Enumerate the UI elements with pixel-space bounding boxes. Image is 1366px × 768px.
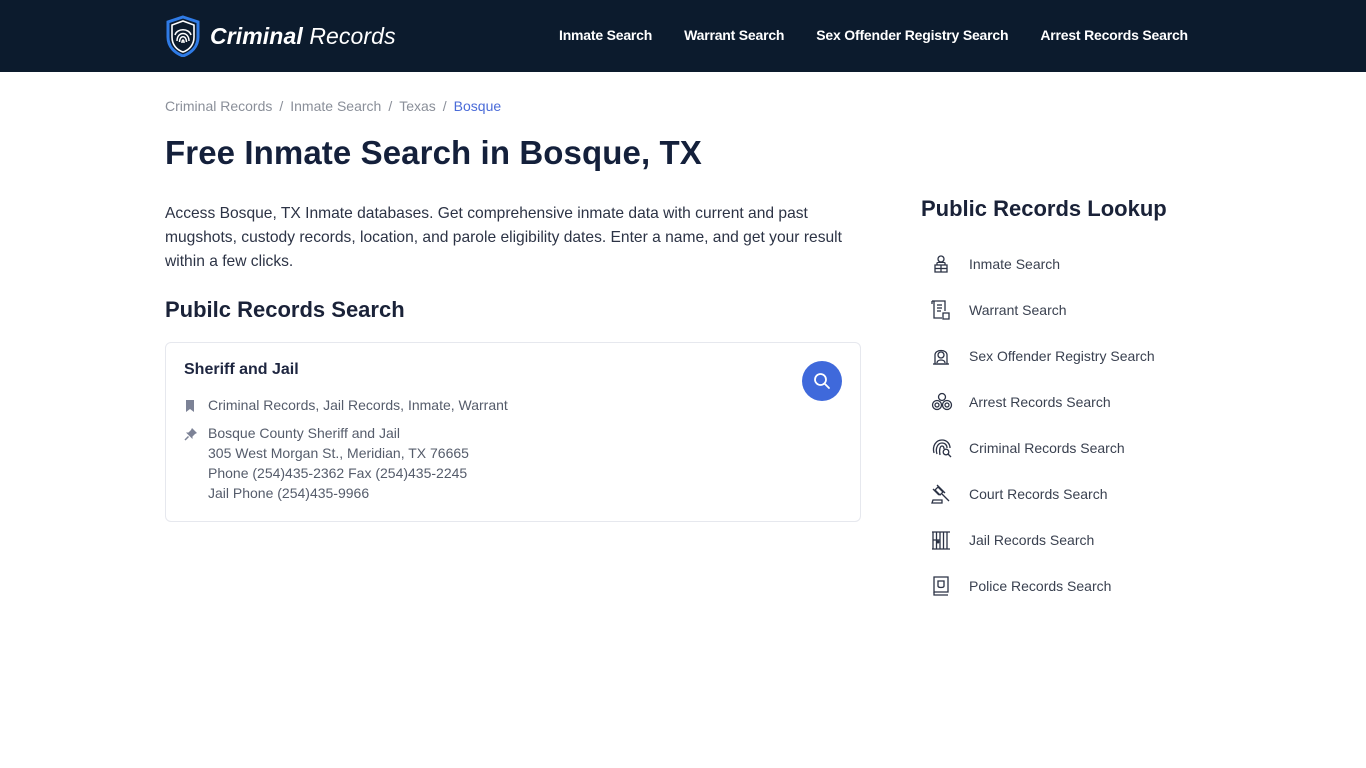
sidebar-item-label: Court Records Search	[969, 486, 1108, 502]
jail-bars-icon	[932, 531, 950, 550]
warrant-document-icon	[931, 300, 950, 320]
sidebar-item-sex-offender-registry-search[interactable]: Sex Offender Registry Search	[921, 331, 1201, 381]
sidebar-item-court-records-search[interactable]: Court Records Search	[921, 469, 1201, 519]
sidebar-item-label: Warrant Search	[969, 302, 1067, 318]
card-search-button[interactable]	[802, 361, 842, 401]
gavel-icon	[931, 484, 950, 504]
pin-icon	[184, 428, 197, 441]
sidebar-item-label: Arrest Records Search	[969, 394, 1111, 410]
handcuffs-icon	[931, 392, 953, 411]
breadcrumb: Criminal Records / Inmate Search / Texas…	[165, 97, 501, 115]
card-title[interactable]: Sheriff and Jail	[184, 361, 299, 379]
section-title: Pubilc Records Search	[165, 297, 405, 322]
card-tags: Criminal Records, Jail Records, Inmate, …	[208, 397, 508, 413]
intro-paragraph: Access Bosque, TX Inmate databases. Get …	[165, 205, 842, 270]
site-logo[interactable]: Criminal Records	[165, 15, 396, 57]
card-address-row: Bosque County Sheriff and Jail 305 West …	[184, 423, 469, 503]
shield-fingerprint-icon	[166, 15, 200, 57]
sidebar-item-arrest-records-search[interactable]: Arrest Records Search	[921, 377, 1201, 427]
card-address-line: Phone (254)435-2362 Fax (254)435-2245	[208, 465, 468, 481]
breadcrumb-inmate-search[interactable]: Inmate Search	[290, 97, 381, 115]
sidebar-item-inmate-search[interactable]: Inmate Search	[921, 239, 1201, 289]
sidebar-item-label: Police Records Search	[969, 578, 1112, 594]
logo-text: Criminal Records	[210, 23, 396, 50]
sidebar-item-label: Jail Records Search	[969, 532, 1095, 548]
breadcrumb-texas[interactable]: Texas	[399, 97, 436, 115]
breadcrumb-separator: /	[279, 98, 284, 114]
nav-inmate-search[interactable]: Inmate Search	[559, 25, 652, 45]
nav-sex-offender-registry-search[interactable]: Sex Offender Registry Search	[816, 25, 1008, 45]
sidebar-title: Public Records Lookup	[921, 196, 1167, 221]
sidebar-item-label: Criminal Records Search	[969, 440, 1125, 456]
breadcrumb-separator: /	[442, 98, 447, 114]
nav-warrant-search[interactable]: Warrant Search	[684, 25, 784, 45]
bookmark-icon	[186, 400, 194, 412]
card-address-line: Bosque County Sheriff and Jail	[208, 425, 400, 441]
nav-arrest-records-search[interactable]: Arrest Records Search	[1040, 25, 1188, 45]
breadcrumb-separator: /	[388, 98, 393, 114]
sidebar-item-label: Sex Offender Registry Search	[969, 348, 1155, 364]
main-nav: Inmate Search Warrant Search Sex Offende…	[559, 25, 1188, 45]
police-badge-icon	[933, 576, 949, 596]
search-icon	[814, 373, 830, 389]
offender-icon	[933, 349, 949, 365]
breadcrumb-criminal-records[interactable]: Criminal Records	[165, 97, 272, 115]
page-title: Free Inmate Search in Bosque, TX	[165, 134, 702, 171]
sidebar-item-criminal-records-search[interactable]: Criminal Records Search	[921, 423, 1201, 473]
sidebar-item-warrant-search[interactable]: Warrant Search	[921, 285, 1201, 335]
result-card: Sheriff and Jail Criminal Records, Jail …	[165, 342, 861, 522]
sidebar-item-jail-records-search[interactable]: Jail Records Search	[921, 515, 1201, 565]
card-address-line: 305 West Morgan St., Meridian, TX 76665	[208, 445, 469, 461]
breadcrumb-current: Bosque	[453, 98, 502, 114]
top-navbar: Criminal Records Inmate Search Warrant S…	[0, 0, 1366, 72]
logo-bold: Criminal	[210, 22, 303, 49]
fingerprint-search-icon	[932, 439, 952, 458]
sidebar-item-label: Inmate Search	[969, 256, 1061, 272]
sidebar-item-police-records-search[interactable]: Police Records Search	[921, 561, 1201, 611]
logo-regular: Records	[309, 22, 396, 49]
card-address-line: Jail Phone (254)435-9966	[208, 485, 370, 501]
card-tags-row: Criminal Records, Jail Records, Inmate, …	[184, 395, 508, 415]
sidebar-list: Inmate Search Warrant Search Sex Offende…	[921, 243, 1201, 611]
inmate-icon	[934, 255, 948, 273]
